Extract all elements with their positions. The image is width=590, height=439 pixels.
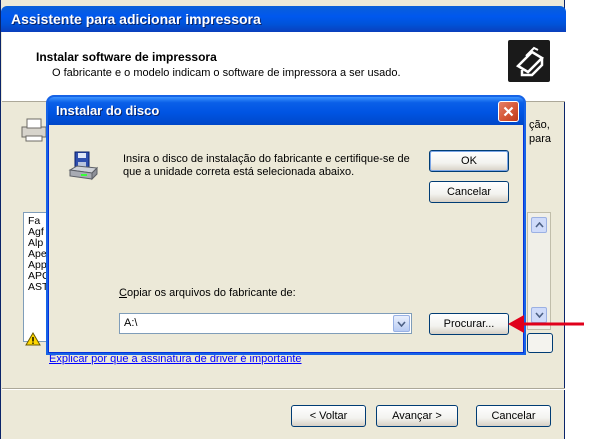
wizard-body-text-clipped: ção, para	[529, 119, 552, 145]
wizard-title: Assistente para adicionar impressora	[11, 11, 261, 27]
install-from-disk-dialog: Instalar do disco Insira o disco de inst…	[48, 97, 524, 353]
chevron-up-icon	[534, 222, 544, 228]
scroll-up-button[interactable]	[531, 217, 547, 233]
back-button[interactable]: < Voltar	[291, 405, 366, 427]
warning-icon	[25, 332, 41, 346]
printer-icon	[19, 115, 49, 145]
close-icon	[503, 106, 514, 117]
dialog-message: Insira o disco de instalação do fabrican…	[123, 153, 410, 178]
browse-button[interactable]: Procurar...	[429, 313, 509, 335]
chevron-down-icon	[397, 320, 406, 327]
wizard-titlebar[interactable]: Assistente para adicionar impressora	[1, 6, 566, 32]
driver-signing-link[interactable]: Explicar por que a assinatura de driver …	[49, 353, 302, 365]
header-subtitle: O fabricante e o modelo indicam o softwa…	[52, 67, 401, 79]
copy-from-label: Copiar os arquivos do fabricante de:	[119, 287, 296, 299]
dialog-cancel-button[interactable]: Cancelar	[429, 181, 509, 203]
source-path-value[interactable]: A:\	[124, 317, 137, 329]
disk-drive-icon	[67, 150, 99, 182]
wizard-cancel-button[interactable]: Cancelar	[476, 405, 551, 427]
header-title: Instalar software de impressora	[36, 50, 217, 64]
red-arrow-annotation	[508, 315, 584, 333]
source-path-combobox[interactable]: A:\	[119, 313, 412, 334]
printer-wizard-icon	[508, 40, 550, 82]
dropdown-button[interactable]	[393, 315, 410, 332]
wizard-header: Instalar software de impressora O fabric…	[2, 32, 565, 102]
next-button[interactable]: Avançar >	[376, 405, 458, 427]
ok-button[interactable]: OK	[429, 150, 509, 172]
footer-separator	[2, 388, 565, 390]
dialog-titlebar[interactable]: Instalar do disco	[48, 97, 524, 125]
close-button[interactable]	[498, 101, 519, 122]
dialog-title: Instalar do disco	[56, 103, 160, 118]
